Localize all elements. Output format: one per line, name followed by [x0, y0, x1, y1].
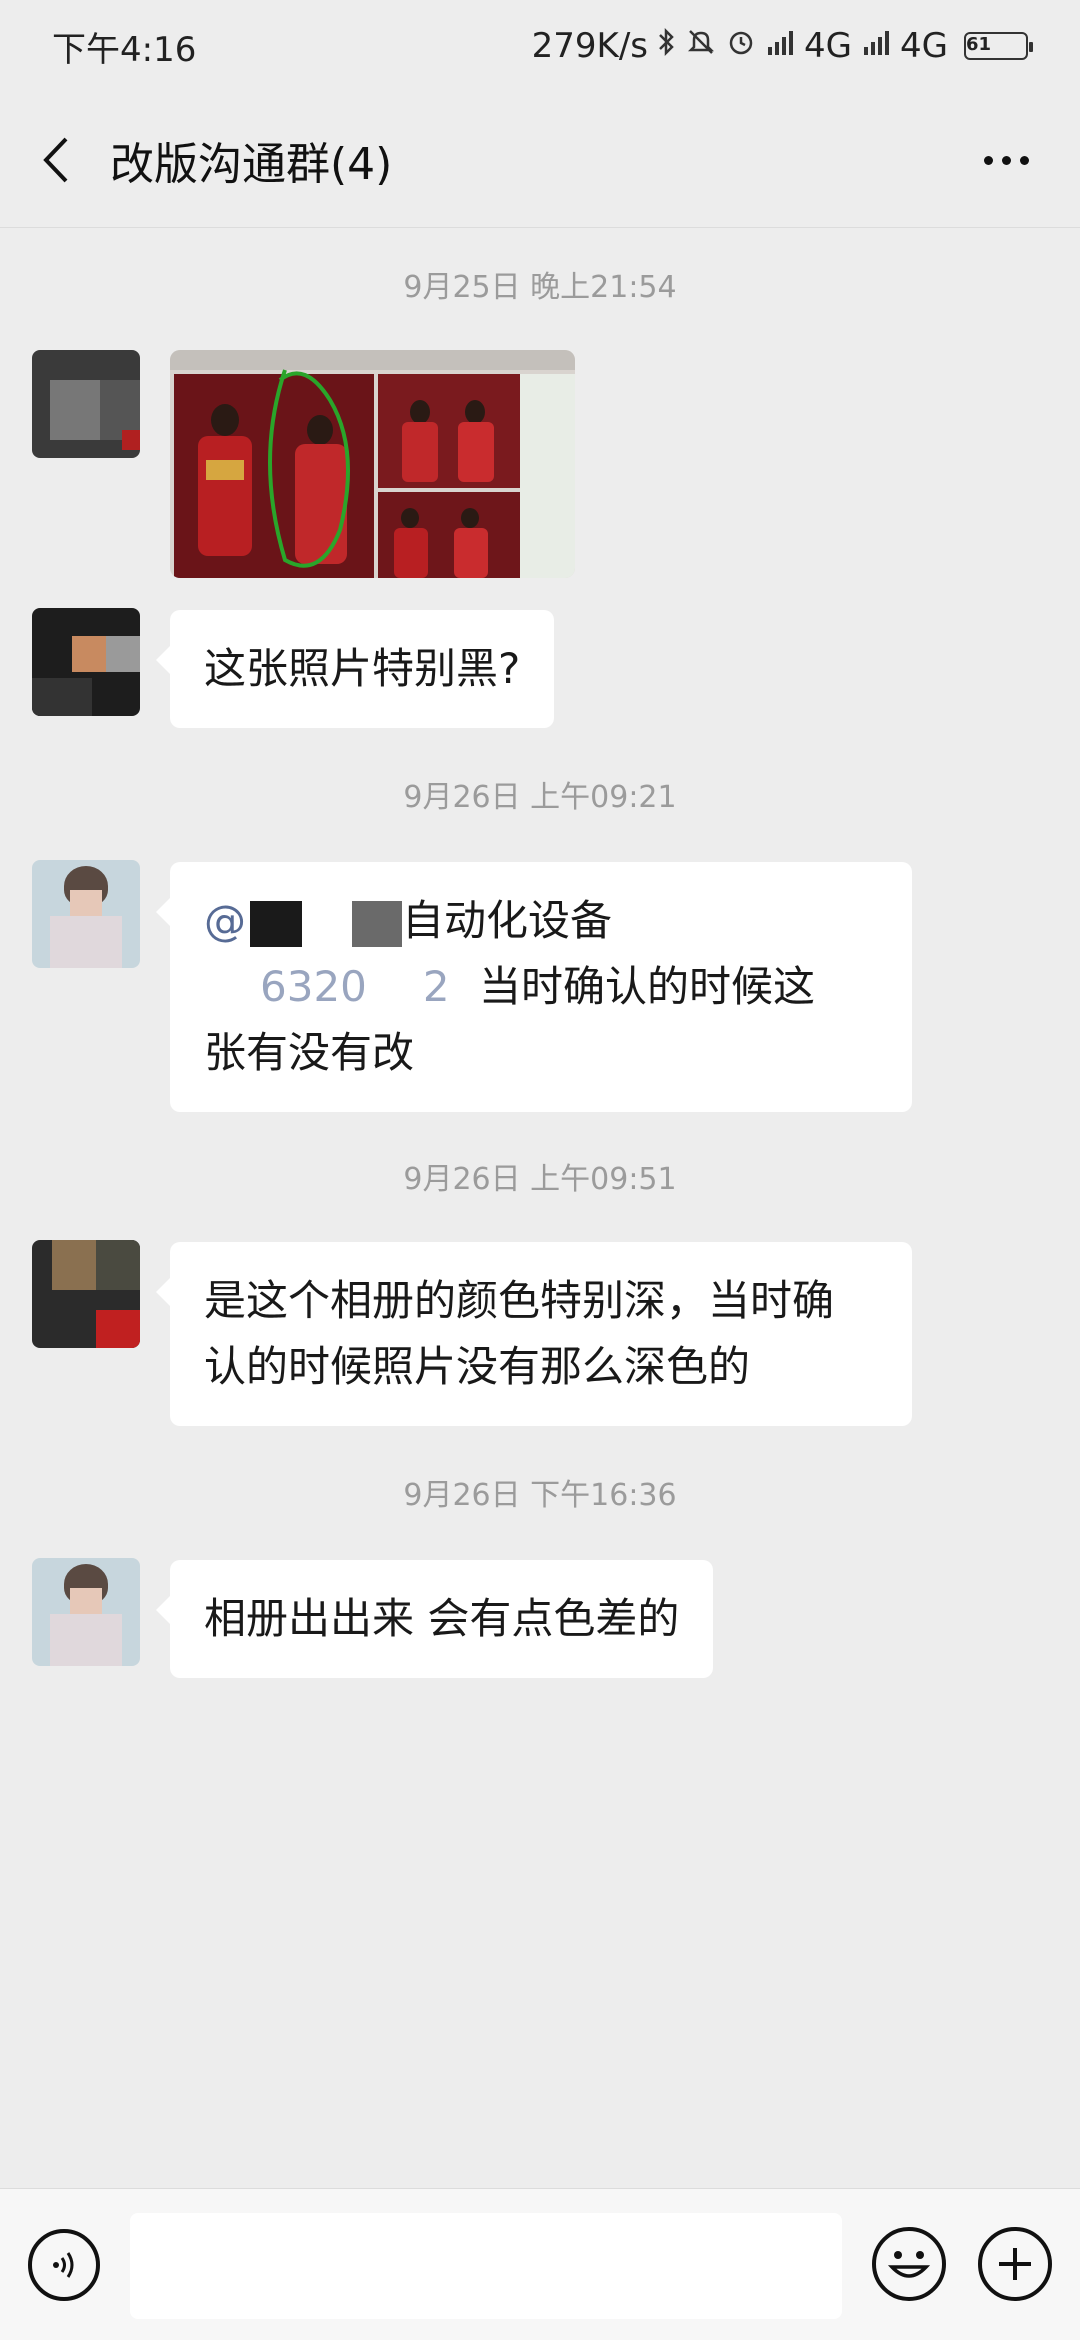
message-bubble[interactable]: 相册出出来 会有点色差的 [155, 1560, 714, 1678]
voice-icon [53, 2252, 74, 2278]
avatar[interactable] [32, 1558, 140, 1666]
message-text: 相册出出来 会有点色差的 [204, 1594, 680, 1643]
alarm-icon [726, 26, 756, 66]
signal-icon [766, 26, 794, 66]
message-line: 是这个相册的颜色特别深，当时确 [204, 1276, 835, 1325]
image-message[interactable] [170, 350, 575, 578]
message-bubble[interactable]: 这张照片特别黑? [155, 610, 555, 728]
more-dot-icon [983, 155, 993, 165]
message-line: 认的时候照片没有那么深色的 [204, 1342, 751, 1391]
message-text: 这张照片特别黑? [204, 644, 521, 693]
battery-icon: 61 [964, 32, 1033, 60]
status-icons: 279K/s 4G 4G 61 [531, 26, 1033, 66]
message-line: 张有没有改 [204, 1028, 415, 1077]
message-text: 当时确认的时候这 [478, 962, 815, 1011]
signal-icon [862, 26, 890, 66]
mute-icon [686, 26, 716, 66]
redacted-block [352, 900, 402, 947]
message-line: @ 自动化设备 [204, 888, 878, 954]
status-time: 下午4:16 [52, 29, 197, 70]
more-dot-icon [1019, 155, 1029, 165]
avatar[interactable] [32, 608, 140, 716]
network-type-2: 4G [900, 26, 948, 66]
message-timestamp: 9月26日 上午09:51 [403, 1162, 677, 1197]
input-bar [0, 2188, 1080, 2340]
network-type-1: 4G [804, 26, 853, 66]
chat-header: 改版沟通群(4) [0, 92, 1080, 228]
message-timestamp: 9月25日 晚上21:54 [403, 270, 677, 305]
plus-icon [999, 2248, 1031, 2280]
avatar[interactable] [32, 860, 140, 968]
message-bubble[interactable]: @ 自动化设备 6320 2 当时确认的时候这 张有没有改 [156, 862, 912, 1112]
bluetooth-icon [658, 26, 676, 66]
message-line: 6320 2 当时确认的时候这 [204, 954, 878, 1020]
redacted-block [250, 900, 302, 947]
voice-button[interactable] [28, 2229, 100, 2301]
net-speed: 279K/s [531, 26, 649, 66]
message-timestamp: 9月26日 下午16:36 [403, 1478, 677, 1513]
emoji-button[interactable] [872, 2227, 946, 2301]
phone-fragment: 6320 [260, 962, 367, 1011]
chevron-left-icon [43, 137, 68, 182]
more-options-button[interactable] [970, 132, 1042, 188]
status-bar: 下午4:16 279K/s 4G 4G 61 [0, 0, 1080, 92]
avatar[interactable] [32, 350, 140, 458]
battery-level: 61 [966, 34, 992, 55]
message-bubble[interactable]: 是这个相册的颜色特别深，当时确 认的时候照片没有那么深色的 [156, 1242, 912, 1426]
more-actions-button[interactable] [978, 2227, 1052, 2301]
chat-title: 改版沟通群(4) [110, 138, 393, 190]
wedding-photo-image [170, 350, 575, 578]
emoji-icon [887, 2251, 931, 2278]
mention-suffix: 自动化设备 [402, 896, 613, 945]
more-dot-icon [1001, 155, 1011, 165]
phone-fragment: 2 [422, 962, 450, 1011]
message-input[interactable] [130, 2213, 842, 2319]
mention-tag[interactable]: @ [204, 896, 402, 947]
back-button[interactable] [0, 92, 110, 228]
avatar[interactable] [32, 1240, 140, 1348]
message-timestamp: 9月26日 上午09:21 [403, 780, 677, 815]
